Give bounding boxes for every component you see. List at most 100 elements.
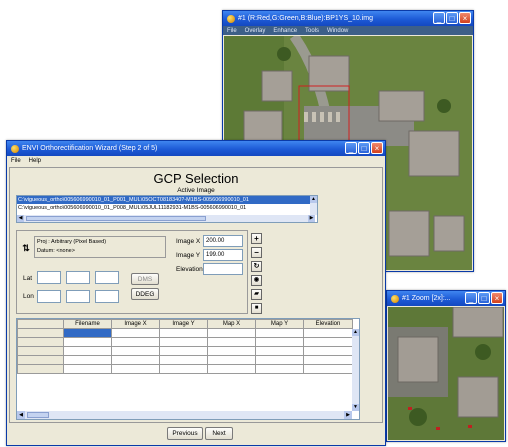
maximize-icon[interactable]: □: [446, 12, 458, 24]
scroll-up-icon[interactable]: ▲: [310, 196, 317, 203]
list-vertical-scrollbar[interactable]: ▲: [310, 196, 317, 215]
scroll-up-icon[interactable]: ▲: [352, 329, 359, 336]
scroll-right-icon[interactable]: ▶: [344, 411, 352, 419]
table-cell[interactable]: [111, 337, 160, 347]
close-icon[interactable]: ×: [491, 292, 503, 304]
close-icon[interactable]: ×: [459, 12, 471, 24]
close-icon[interactable]: ×: [371, 142, 383, 154]
column-header-filename[interactable]: Filename: [63, 319, 112, 329]
table-cell[interactable]: [63, 346, 112, 356]
zoom-window-titlebar[interactable]: #1 Zoom [2x]:... _ □ ×: [387, 291, 505, 306]
table-cell[interactable]: [159, 364, 208, 374]
table-cell[interactable]: [255, 355, 304, 365]
maximize-icon[interactable]: □: [478, 292, 490, 304]
table-cell[interactable]: [111, 355, 160, 365]
row-header[interactable]: [17, 364, 64, 374]
table-row[interactable]: [17, 355, 353, 365]
row-header[interactable]: [17, 328, 64, 338]
table-cell[interactable]: [111, 364, 160, 374]
table-row[interactable]: [17, 328, 353, 338]
row-header[interactable]: [17, 355, 64, 365]
minimize-icon[interactable]: _: [345, 142, 357, 154]
menu-overlay[interactable]: Overlay: [245, 28, 266, 34]
table-cell[interactable]: [207, 364, 256, 374]
scroll-left-icon[interactable]: ◀: [17, 215, 24, 222]
wizard-titlebar[interactable]: ENVI Orthorectification Wizard (Step 2 o…: [7, 141, 385, 156]
minimize-icon[interactable]: _: [465, 292, 477, 304]
table-cell[interactable]: [207, 328, 256, 338]
lat-minutes-field[interactable]: [66, 271, 90, 284]
table-cell[interactable]: [159, 328, 208, 338]
table-cell[interactable]: [303, 364, 353, 374]
table-cell[interactable]: [159, 346, 208, 356]
list-item[interactable]: C:\vigueous_ortho\005606990010_01_P008_M…: [17, 204, 317, 212]
minimize-icon[interactable]: _: [433, 12, 445, 24]
maximize-icon[interactable]: □: [358, 142, 370, 154]
swap-arrows-icon[interactable]: ⇅: [21, 242, 31, 254]
minus-icon[interactable]: −: [251, 247, 262, 258]
table-cell[interactable]: [63, 328, 112, 338]
active-image-list[interactable]: C:\vigueous_ortho\005606990010_01_P001_M…: [16, 195, 318, 223]
table-row[interactable]: [17, 364, 353, 374]
save-icon[interactable]: ■: [251, 303, 262, 314]
lon-degrees-field[interactable]: [37, 290, 61, 303]
table-cell[interactable]: [63, 364, 112, 374]
table-cell[interactable]: [111, 328, 160, 338]
table-cell[interactable]: [303, 337, 353, 347]
scroll-down-icon[interactable]: ▼: [352, 404, 359, 411]
table-cell[interactable]: [207, 337, 256, 347]
column-header-elevation[interactable]: Elevation: [303, 319, 353, 329]
table-cell[interactable]: [255, 364, 304, 374]
menu-enhance[interactable]: Enhance: [273, 28, 297, 34]
table-vertical-scrollbar[interactable]: ▲ ▼: [352, 329, 359, 411]
table-cell[interactable]: [207, 346, 256, 356]
row-header[interactable]: [17, 337, 64, 347]
table-row[interactable]: [17, 337, 353, 347]
lon-seconds-field[interactable]: [95, 290, 119, 303]
list-item[interactable]: C:\vigueous_ortho\005606990010_01_P001_M…: [17, 196, 317, 204]
menu-file[interactable]: File: [227, 28, 237, 34]
image-window-titlebar[interactable]: #1 (R:Red,G:Green,B:Blue):BP1YS_10.img _…: [223, 11, 473, 26]
table-cell[interactable]: [303, 355, 353, 365]
table-cell[interactable]: [255, 328, 304, 338]
table-cell[interactable]: [303, 346, 353, 356]
column-header-image-y[interactable]: Image Y: [159, 319, 208, 329]
scroll-thumb[interactable]: [27, 412, 49, 418]
table-horizontal-scrollbar[interactable]: ◀ ▶: [17, 411, 352, 419]
eye-icon[interactable]: ◉: [251, 275, 262, 286]
table-row[interactable]: [17, 346, 353, 356]
lat-degrees-field[interactable]: [37, 271, 61, 284]
menu-help[interactable]: Help: [29, 158, 41, 164]
lon-minutes-field[interactable]: [66, 290, 90, 303]
open-folder-icon[interactable]: ▰: [251, 289, 262, 300]
scroll-left-icon[interactable]: ◀: [17, 411, 25, 419]
ddeg-button[interactable]: DDEG: [131, 288, 159, 300]
table-cell[interactable]: [159, 337, 208, 347]
table-cell[interactable]: [207, 355, 256, 365]
scroll-right-icon[interactable]: ▶: [308, 215, 315, 222]
dms-button[interactable]: DMS: [131, 273, 159, 285]
plus-icon[interactable]: +: [251, 233, 262, 244]
table-cell[interactable]: [255, 337, 304, 347]
menu-window[interactable]: Window: [327, 28, 348, 34]
table-cell[interactable]: [63, 355, 112, 365]
column-header-map-y[interactable]: Map Y: [255, 319, 304, 329]
menu-file[interactable]: File: [11, 158, 21, 164]
previous-button[interactable]: Previous: [167, 427, 203, 440]
image-y-field[interactable]: 199.00: [203, 249, 243, 261]
scroll-thumb[interactable]: [26, 216, 206, 221]
next-button[interactable]: Next: [205, 427, 233, 440]
table-cell[interactable]: [63, 337, 112, 347]
lat-seconds-field[interactable]: [95, 271, 119, 284]
column-header-map-x[interactable]: Map X: [207, 319, 256, 329]
refresh-icon[interactable]: ↻: [251, 261, 262, 272]
table-cell[interactable]: [303, 328, 353, 338]
zoom-image-view[interactable]: [388, 307, 504, 440]
row-header[interactable]: [17, 346, 64, 356]
table-cell[interactable]: [111, 346, 160, 356]
image-x-field[interactable]: 200.00: [203, 235, 243, 247]
table-cell[interactable]: [159, 355, 208, 365]
table-cell[interactable]: [255, 346, 304, 356]
elevation-field[interactable]: [203, 263, 243, 275]
list-horizontal-scrollbar[interactable]: ◀ ▶: [17, 215, 315, 222]
